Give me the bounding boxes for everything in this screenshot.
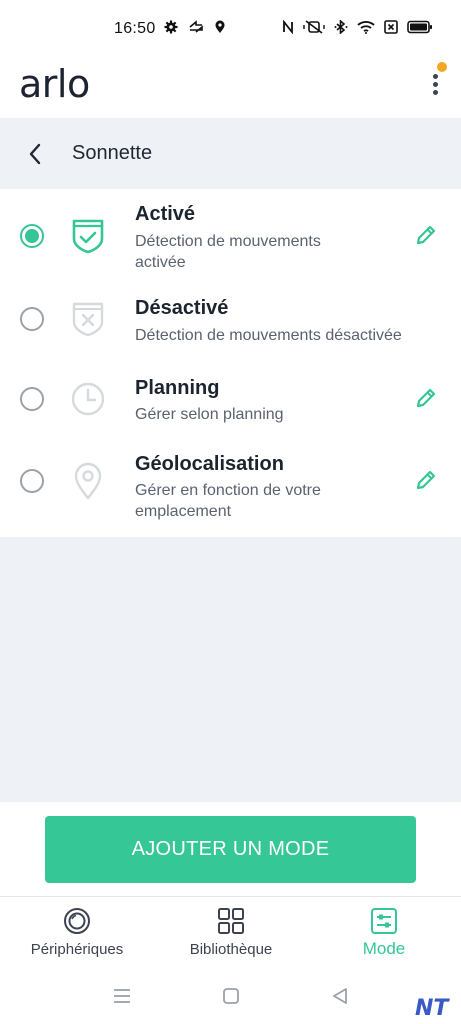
home-icon[interactable]	[220, 986, 242, 1006]
mode-description: Détection de mouvements désactivée	[135, 327, 402, 344]
watermark: NT	[415, 996, 449, 1021]
mode-radio-planning[interactable]	[20, 387, 44, 411]
wifi-icon	[357, 21, 375, 34]
nav-label: Bibliothèque	[189, 941, 273, 958]
nav-item-devices[interactable]: Périphériques	[0, 897, 154, 969]
mode-title: Activé	[135, 203, 196, 225]
mode-description: Gérer selon planning	[135, 406, 284, 423]
shield-check-icon	[72, 219, 104, 254]
mode-title: Géolocalisation	[135, 453, 284, 475]
battery-icon	[407, 20, 432, 34]
shield-x-icon	[72, 302, 104, 337]
arlo-logo: arlo	[19, 62, 90, 106]
add-mode-area: AJOUTER UN MODE	[0, 802, 461, 896]
location-pin-icon	[74, 462, 102, 500]
edit-pencil-icon[interactable]	[414, 468, 438, 492]
nav-label: Mode	[362, 939, 406, 958]
menu-icon[interactable]	[111, 986, 133, 1006]
mode-item-disabled[interactable]: Désactivé Détection de mouvements désact…	[0, 285, 461, 361]
mode-item-active[interactable]: Activé Détection de mouvements activée	[0, 189, 461, 285]
clock-icon	[71, 382, 105, 416]
nfc-icon	[283, 20, 293, 34]
empty-area	[0, 537, 461, 802]
mute-icon	[303, 20, 325, 34]
sim-icon	[384, 20, 398, 34]
mode-radio-active[interactable]	[20, 224, 44, 248]
library-grid-icon	[218, 908, 244, 934]
back-button[interactable]	[20, 140, 50, 168]
mode-title: Planning	[135, 377, 220, 399]
page-title: Sonnette	[72, 142, 153, 164]
mode-list: Activé Détection de mouvements activée D…	[0, 189, 461, 537]
gear-icon	[164, 20, 178, 34]
add-mode-button[interactable]: AJOUTER UN MODE	[45, 816, 416, 883]
share-icon	[189, 20, 203, 33]
mode-item-geolocation[interactable]: Géolocalisation Gérer en fonction de vot…	[0, 439, 461, 537]
bottom-nav: Périphériques Bibliothèque Mode	[0, 896, 461, 968]
chevron-left-icon	[29, 143, 41, 165]
edit-pencil-icon[interactable]	[414, 223, 438, 247]
mode-description: Détection de mouvements activée	[135, 233, 321, 271]
mode-description: Gérer en fonction de votre emplacement	[135, 482, 321, 520]
location-icon	[215, 20, 225, 33]
back-triangle-icon[interactable]	[329, 986, 351, 1006]
mode-sliders-icon	[371, 908, 397, 934]
notification-dot	[437, 62, 447, 72]
sub-header: Sonnette	[0, 118, 461, 189]
status-bar: 16:50	[0, 0, 461, 60]
edit-pencil-icon[interactable]	[414, 386, 438, 410]
system-nav-bar	[0, 968, 461, 1024]
mode-radio-geolocation[interactable]	[20, 469, 44, 493]
kebab-menu-icon[interactable]	[424, 68, 448, 100]
nav-label: Périphériques	[30, 941, 124, 958]
status-left-icons	[164, 20, 226, 34]
bluetooth-icon	[334, 20, 348, 34]
app-header: arlo	[0, 60, 461, 118]
nav-item-mode[interactable]: Mode	[307, 897, 461, 969]
mode-item-planning[interactable]: Planning Gérer selon planning	[0, 361, 461, 439]
status-right-icons	[282, 20, 433, 34]
mode-title: Désactivé	[135, 297, 229, 319]
nav-item-library[interactable]: Bibliothèque	[154, 897, 308, 969]
status-time: 16:50	[114, 20, 156, 37]
mode-radio-disabled[interactable]	[20, 307, 44, 331]
devices-icon	[64, 908, 90, 934]
